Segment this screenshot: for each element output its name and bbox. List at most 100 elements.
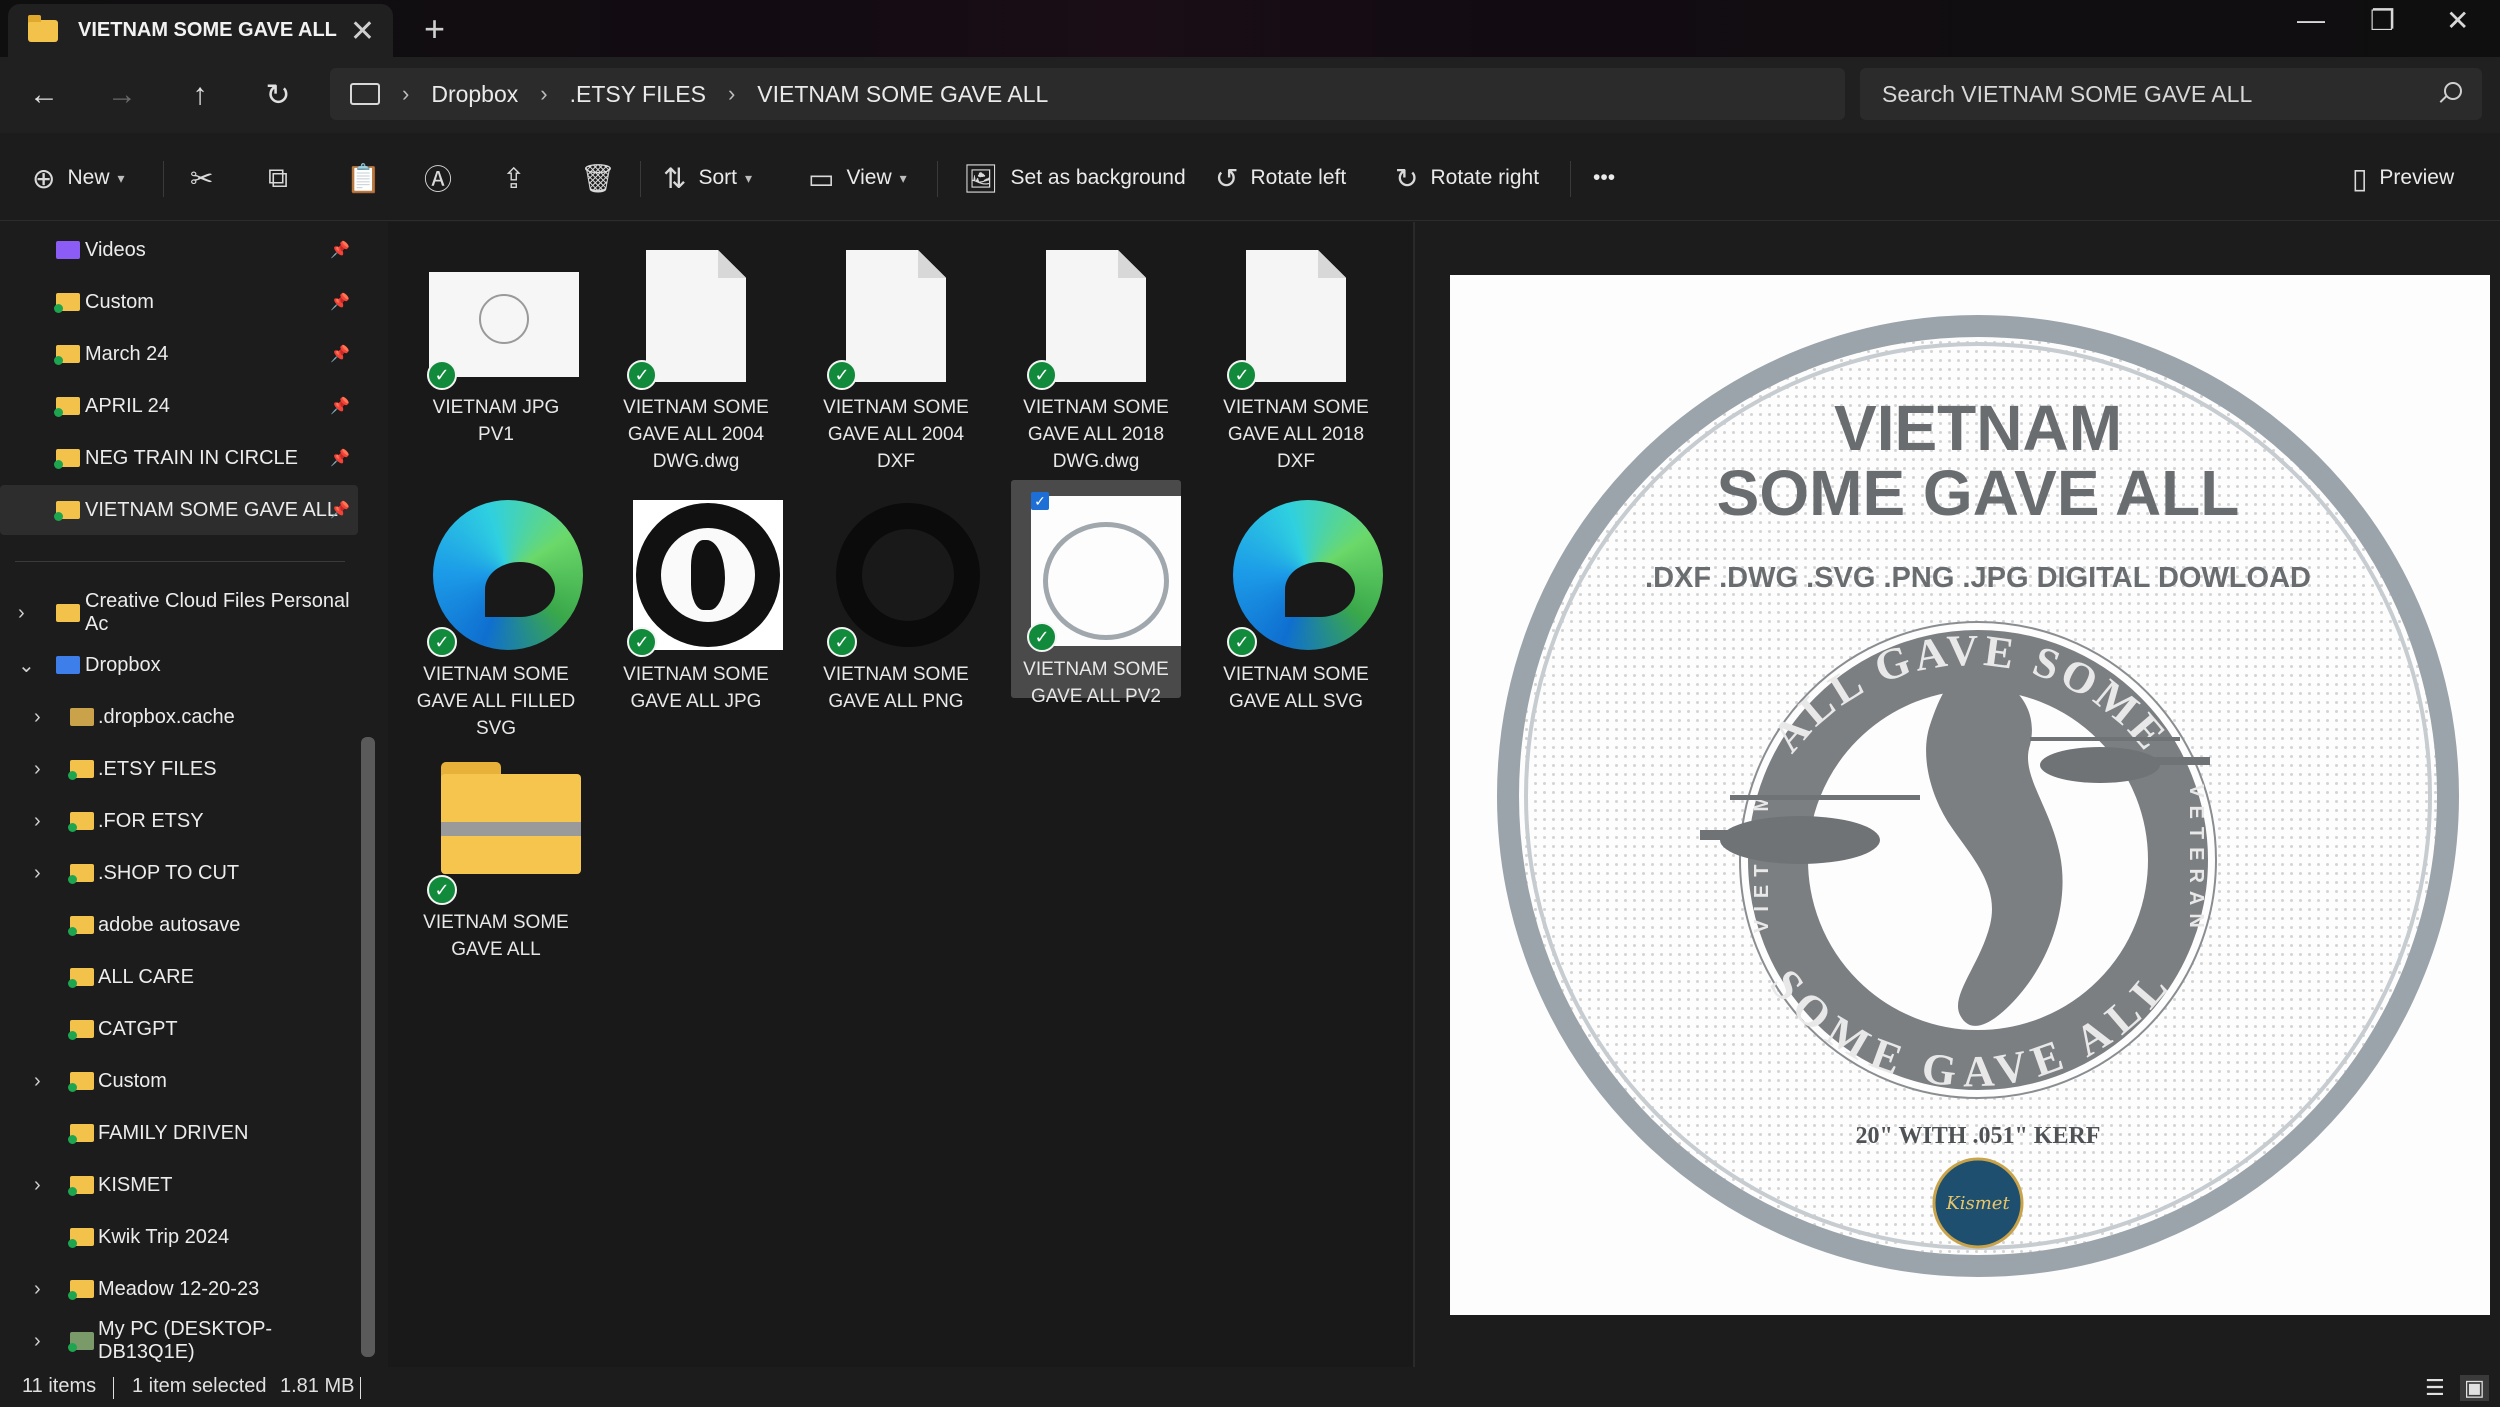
pin-icon[interactable]: 📌 [330, 396, 350, 416]
synced-check-icon: ✓ [427, 627, 457, 657]
selection-size: 1.81 MB [280, 1375, 355, 1397]
sidebar-item-march-24[interactable]: March 24 📌 [0, 329, 358, 379]
breadcrumb-etsy-files[interactable]: .ETSY FILES [570, 81, 706, 108]
minimize-button[interactable]: — [2297, 4, 2325, 36]
file-item-jpg[interactable]: ✓ VIETNAM SOME GAVE ALL JPG [611, 484, 783, 715]
tiles-view-icon[interactable]: ▣ [2460, 1375, 2489, 1401]
file-item-svg[interactable]: ✓ VIETNAM SOME GAVE ALL SVG [1211, 484, 1383, 715]
pin-icon[interactable]: 📌 [330, 500, 350, 520]
sidebar-item-april-24[interactable]: APRIL 24 📌 [0, 381, 358, 431]
sidebar-item-adobe-autosave[interactable]: adobe autosave [0, 900, 358, 950]
chevron-right-icon[interactable]: › [402, 81, 409, 107]
sidebar-item-catgpt[interactable]: CATGPT [0, 1004, 358, 1054]
chevron-right-icon[interactable]: › [34, 706, 41, 729]
new-tab-button[interactable]: + [424, 8, 445, 50]
file-item-2004-dwg[interactable]: ✓ VIETNAM SOME GAVE ALL 2004 DWG.dwg [611, 242, 781, 475]
maximize-button[interactable]: ❐ [2370, 4, 2395, 37]
sidebar-item-custom[interactable]: › Custom [0, 1056, 358, 1106]
sidebar-item-label: KISMET [98, 1173, 173, 1196]
breadcrumb-dropbox[interactable]: Dropbox [431, 81, 518, 108]
copy-button[interactable]: ⧉ [268, 158, 300, 198]
preview-pane-button[interactable]: ▯ Preview [2352, 158, 2454, 198]
sidebar-item-meadow[interactable]: › Meadow 12-20-23 [0, 1264, 358, 1314]
pin-icon[interactable]: 📌 [330, 292, 350, 312]
chevron-down-icon[interactable]: ⌄ [18, 653, 35, 678]
view-button[interactable]: ▭ View ▾ [808, 158, 907, 198]
forward-button[interactable]: → [96, 69, 148, 121]
chevron-right-icon[interactable]: › [34, 758, 41, 781]
file-item-filled-svg[interactable]: ✓ VIETNAM SOME GAVE ALL FILLED SVG [411, 484, 583, 742]
sidebar-item-neg-train[interactable]: NEG TRAIN IN CIRCLE 📌 [0, 433, 358, 483]
file-name: VIETNAM SOME [423, 664, 569, 685]
sidebar-item-label: Videos [85, 238, 146, 261]
search-box[interactable]: Search VIETNAM SOME GAVE ALL [1860, 68, 2482, 120]
pin-icon[interactable]: 📌 [330, 344, 350, 364]
share-button[interactable]: ⇪ [502, 158, 537, 198]
sidebar-item-family-driven[interactable]: FAMILY DRIVEN [0, 1108, 358, 1158]
file-explorer-window: VIETNAM SOME GAVE ALL ✕ + — ❐ ✕ ← → ↑ ↻ … [0, 0, 2500, 1407]
rename-button[interactable]: Ⓐ [424, 158, 464, 198]
cut-button[interactable]: ✂ [190, 158, 225, 198]
selection-checkbox[interactable]: ✓ [1031, 492, 1049, 510]
sidebar-item-kismet[interactable]: › KISMET [0, 1160, 358, 1210]
rotate-left-button[interactable]: ↺ Rotate left [1215, 158, 1346, 198]
search-input[interactable]: Search VIETNAM SOME GAVE ALL [1882, 81, 2252, 108]
chevron-right-icon[interactable]: › [34, 1330, 41, 1353]
sidebar-item-dropbox[interactable]: ⌄ Dropbox [0, 640, 358, 690]
more-options-button[interactable]: ••• [1593, 158, 1615, 198]
sidebar-item-etsy-files[interactable]: › .ETSY FILES [0, 744, 358, 794]
chevron-right-icon[interactable]: › [34, 1070, 41, 1093]
sidebar-item-label: .FOR ETSY [98, 809, 204, 832]
pin-icon[interactable]: 📌 [330, 240, 350, 260]
new-button[interactable]: ⊕ New ▾ [32, 158, 125, 198]
folder-icon [68, 864, 94, 884]
delete-button[interactable]: 🗑 [580, 158, 628, 198]
sidebar-item-for-etsy[interactable]: › .FOR ETSY [0, 796, 358, 846]
sidebar-item-all-care[interactable]: ALL CARE [0, 952, 358, 1002]
folder-icon [68, 1280, 94, 1300]
chevron-right-icon[interactable]: › [34, 1278, 41, 1301]
file-item-jpg-pv1[interactable]: ✓ VIETNAM JPG PV1 [411, 242, 581, 448]
file-item-2004-dxf[interactable]: ✓ VIETNAM SOME GAVE ALL 2004 DXF [811, 242, 981, 475]
breadcrumb[interactable]: › Dropbox › .ETSY FILES › VIETNAM SOME G… [330, 68, 1845, 120]
sidebar-item-custom-pinned[interactable]: Custom 📌 [0, 277, 358, 327]
file-item-pv2-selected[interactable]: ✓ ✓ VIETNAM SOME GAVE ALL PV2 [1011, 480, 1181, 707]
sidebar-item-label: .dropbox.cache [98, 705, 235, 728]
document-icon [1046, 250, 1146, 382]
chevron-right-icon[interactable]: › [540, 81, 547, 107]
back-button[interactable]: ← [18, 69, 70, 121]
view-label: View [846, 166, 892, 189]
sidebar-item-videos[interactable]: Videos 📌 [0, 225, 358, 275]
set-as-background-button[interactable]: 🖼 Set as background [963, 158, 1186, 198]
tab-vietnam-some-gave-all[interactable]: VIETNAM SOME GAVE ALL ✕ [8, 4, 393, 57]
refresh-button[interactable]: ↻ [252, 69, 304, 121]
sidebar-item-creative-cloud[interactable]: › Creative Cloud Files Personal Ac [0, 588, 358, 638]
sidebar-item-shop-to-cut[interactable]: › .SHOP TO CUT [0, 848, 358, 898]
synced-check-icon: ✓ [827, 360, 857, 390]
file-item-zip[interactable]: ✓ VIETNAM SOME GAVE ALL [411, 732, 581, 963]
paste-button[interactable]: 📋 [346, 158, 393, 198]
sort-button[interactable]: ⇅ Sort ▾ [663, 158, 752, 198]
file-item-png[interactable]: ✓ VIETNAM SOME GAVE ALL PNG [811, 484, 981, 715]
sidebar-item-label: adobe autosave [98, 913, 241, 936]
sidebar-scrollbar[interactable] [361, 737, 375, 1357]
clipboard-icon: 📋 [346, 162, 381, 194]
chevron-right-icon[interactable]: › [34, 1174, 41, 1197]
close-tab-icon[interactable]: ✕ [350, 14, 375, 49]
chevron-right-icon[interactable]: › [34, 810, 41, 833]
file-item-2018-dxf[interactable]: ✓ VIETNAM SOME GAVE ALL 2018 DXF [1211, 242, 1381, 475]
up-button[interactable]: ↑ [174, 69, 226, 121]
sidebar-item-kwik-trip-2024[interactable]: Kwik Trip 2024 [0, 1212, 358, 1262]
sidebar-item-vietnam-some-gave-all[interactable]: VIETNAM SOME GAVE ALL 📌 [0, 485, 358, 535]
rotate-right-button[interactable]: ↻ Rotate right [1395, 158, 1539, 198]
details-view-icon[interactable]: ☰ [2425, 1375, 2445, 1401]
chevron-right-icon[interactable]: › [34, 862, 41, 885]
sidebar-item-dropbox-cache[interactable]: › .dropbox.cache [0, 692, 358, 742]
pin-icon[interactable]: 📌 [330, 448, 350, 468]
sidebar-item-my-pc[interactable]: › My PC (DESKTOP-DB13Q1E) [0, 1316, 358, 1366]
close-window-button[interactable]: ✕ [2446, 4, 2469, 37]
file-item-2018-dwg[interactable]: ✓ VIETNAM SOME GAVE ALL 2018 DWG.dwg [1011, 242, 1181, 475]
chevron-right-icon[interactable]: › [18, 602, 25, 625]
breadcrumb-current-folder[interactable]: VIETNAM SOME GAVE ALL [757, 81, 1048, 108]
chevron-right-icon[interactable]: › [728, 81, 735, 107]
